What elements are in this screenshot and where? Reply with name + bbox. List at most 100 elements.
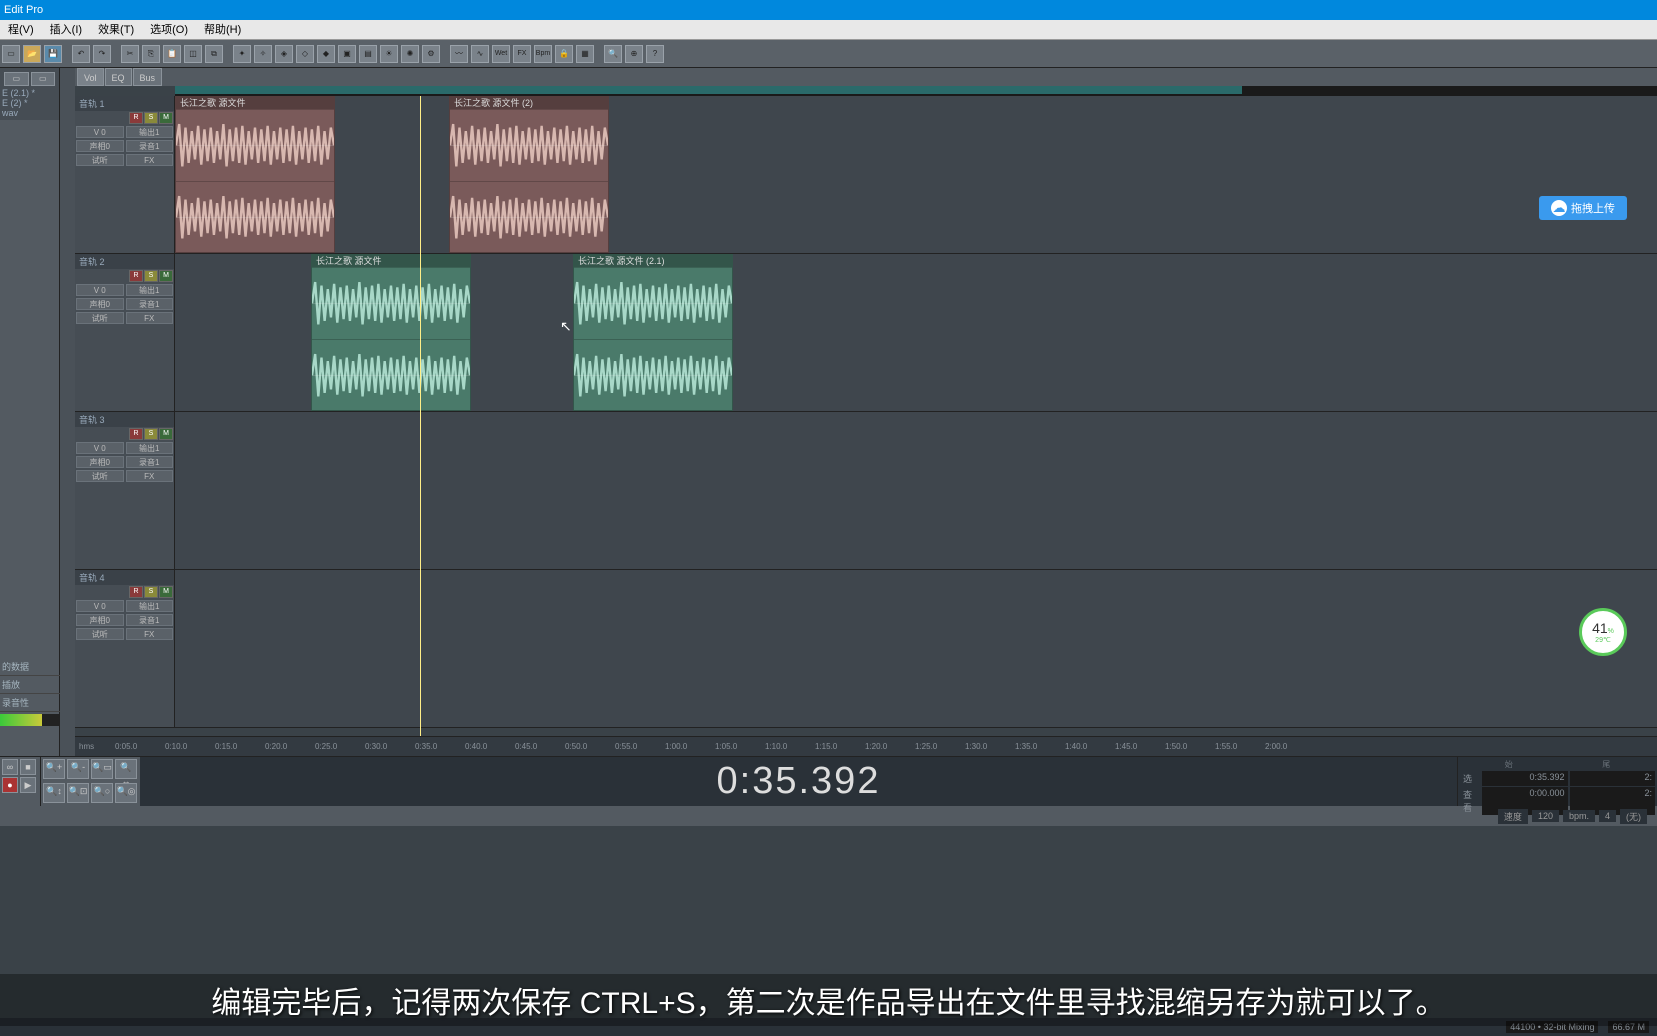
timeline-ruler[interactable]: hms 0:05.0 0:10.0 0:15.0 0:20.0 0:25.0 0… <box>75 736 1657 756</box>
stop-icon[interactable]: ■ <box>20 759 36 775</box>
playhead[interactable] <box>420 96 421 736</box>
track-body-2[interactable]: 长江之歌 源文件 长江之歌 源文件 (2.1) <box>175 254 1657 411</box>
track-out[interactable]: 输出1 <box>126 284 174 296</box>
track-rec-btn[interactable]: R <box>129 112 143 124</box>
track-out[interactable]: 输出1 <box>126 126 174 138</box>
env-pan-icon[interactable]: ∿ <box>471 45 489 63</box>
track-pan[interactable]: 声相0 <box>76 456 124 468</box>
track-fx[interactable]: FX <box>126 470 174 482</box>
track-rec-btn[interactable]: R <box>129 428 143 440</box>
trim-icon[interactable]: ⧉ <box>205 45 223 63</box>
tool6-icon[interactable]: ▣ <box>338 45 356 63</box>
overview-ruler[interactable] <box>175 86 1657 96</box>
track-rec-btn[interactable]: R <box>129 586 143 598</box>
menu-effects[interactable]: 效果(T) <box>90 20 142 39</box>
paste-icon[interactable]: 📋 <box>163 45 181 63</box>
track-fx[interactable]: FX <box>126 628 174 640</box>
audio-clip[interactable]: 长江之歌 源文件 (2.1) <box>573 254 733 411</box>
lp-tab2[interactable]: ▭ <box>31 72 56 86</box>
track-preview[interactable]: 试听 <box>76 154 124 166</box>
track-vol[interactable]: V 0 <box>76 442 124 454</box>
tool10-icon[interactable]: ⚙ <box>422 45 440 63</box>
zoom-sel-icon[interactable]: 🔍▭ <box>91 759 113 779</box>
tool2-icon[interactable]: ✧ <box>254 45 272 63</box>
tab-vol[interactable]: Vol <box>77 68 104 86</box>
track-preview[interactable]: 试听 <box>76 628 124 640</box>
track-mute-btn[interactable]: M <box>159 428 173 440</box>
file-item[interactable]: E (2) * <box>2 98 57 108</box>
track-vol[interactable]: V 0 <box>76 600 124 612</box>
beats-value[interactable]: 4 <box>1599 810 1616 822</box>
sel-start[interactable]: 0:35.392 <box>1482 771 1568 786</box>
track-body-3[interactable] <box>175 412 1657 569</box>
menu-view[interactable]: 程(V) <box>0 20 42 39</box>
track-body-1[interactable]: 长江之歌 源文件 长江之歌 源文件 (2) <box>175 96 1657 253</box>
track-vol[interactable]: V 0 <box>76 126 124 138</box>
tool8-icon[interactable]: ☀ <box>380 45 398 63</box>
fx-icon[interactable]: FX <box>513 45 531 63</box>
track-mute-btn[interactable]: M <box>159 586 173 598</box>
track-pan[interactable]: 声相0 <box>76 140 124 152</box>
lock2-icon[interactable]: ▦ <box>576 45 594 63</box>
help-icon[interactable]: ? <box>646 45 664 63</box>
audio-clip[interactable]: 长江之歌 源文件 <box>175 96 335 253</box>
track-rec-src[interactable]: 录音1 <box>126 140 174 152</box>
zoom-full-icon[interactable]: 🔍↔ <box>115 759 137 779</box>
audio-clip[interactable]: 长江之歌 源文件 <box>311 254 471 411</box>
save-icon[interactable]: 💾 <box>44 45 62 63</box>
loop-icon[interactable]: ∞ <box>2 759 18 775</box>
track-solo-btn[interactable]: S <box>144 428 158 440</box>
tool5-icon[interactable]: ◆ <box>317 45 335 63</box>
track-out[interactable]: 输出1 <box>126 600 174 612</box>
open-icon[interactable]: 📂 <box>23 45 41 63</box>
menu-insert[interactable]: 插入(I) <box>42 20 90 39</box>
track-head-1[interactable]: 音轨 1 R S M V 0输出1 声相0录音1 试听FX <box>75 96 175 253</box>
track-head-2[interactable]: 音轨 2 R S M V 0输出1 声相0录音1 试听FX <box>75 254 175 411</box>
tool3-icon[interactable]: ◈ <box>275 45 293 63</box>
track-pan[interactable]: 声相0 <box>76 614 124 626</box>
mix-paste-icon[interactable]: ◫ <box>184 45 202 63</box>
zoom-out-icon[interactable]: 🔍- <box>67 759 89 779</box>
zoom-all-icon[interactable]: ⊕ <box>625 45 643 63</box>
track-rec-src[interactable]: 录音1 <box>126 298 174 310</box>
track-head-4[interactable]: 音轨 4 R S M V 0输出1 声相0录音1 试听FX <box>75 570 175 727</box>
menu-options[interactable]: 选项(O) <box>142 20 196 39</box>
track-rec-btn[interactable]: R <box>129 270 143 282</box>
track-solo-btn[interactable]: S <box>144 586 158 598</box>
lp-tab1[interactable]: ▭ <box>4 72 29 86</box>
track-rec-src[interactable]: 录音1 <box>126 614 174 626</box>
file-item[interactable]: E (2.1) * <box>2 88 57 98</box>
record-icon[interactable]: ● <box>2 777 18 793</box>
btn-play[interactable]: 插放 <box>0 676 60 694</box>
track-fx[interactable]: FX <box>126 312 174 324</box>
btn-rec[interactable]: 录音性 <box>0 694 60 712</box>
upload-button[interactable]: 拖拽上传 <box>1539 196 1627 220</box>
tool9-icon[interactable]: ✺ <box>401 45 419 63</box>
menu-help[interactable]: 帮助(H) <box>196 20 249 39</box>
sel-end[interactable]: 2: <box>1570 771 1656 786</box>
track-pan[interactable]: 声相0 <box>76 298 124 310</box>
tempo-value[interactable]: 120 <box>1532 810 1559 822</box>
copy-icon[interactable]: ⎘ <box>142 45 160 63</box>
zoom-v-out-icon[interactable]: 🔍⊡ <box>67 783 89 803</box>
track-body-4[interactable] <box>175 570 1657 727</box>
play-icon[interactable]: ▶ <box>20 777 36 793</box>
cut-icon[interactable]: ✂ <box>121 45 139 63</box>
bpm-icon[interactable]: Bpm <box>534 45 552 63</box>
track-vol[interactable]: V 0 <box>76 284 124 296</box>
redo-icon[interactable]: ↷ <box>93 45 111 63</box>
audio-clip[interactable]: 长江之歌 源文件 (2) <box>449 96 609 253</box>
wet-icon[interactable]: Wet <box>492 45 510 63</box>
tool7-icon[interactable]: ▤ <box>359 45 377 63</box>
track-solo-btn[interactable]: S <box>144 270 158 282</box>
zoom-sel-icon[interactable]: 🔍 <box>604 45 622 63</box>
zoom-v-in-icon[interactable]: 🔍↕ <box>43 783 65 803</box>
track-rec-src[interactable]: 录音1 <box>126 456 174 468</box>
track-solo-btn[interactable]: S <box>144 112 158 124</box>
tool4-icon[interactable]: ◇ <box>296 45 314 63</box>
new-file-icon[interactable]: ▭ <box>2 45 20 63</box>
tab-eq[interactable]: EQ <box>105 68 132 86</box>
track-head-3[interactable]: 音轨 3 R S M V 0输出1 声相0录音1 试听FX <box>75 412 175 569</box>
tab-bus[interactable]: Bus <box>133 68 163 86</box>
file-item[interactable]: wav <box>2 108 57 118</box>
